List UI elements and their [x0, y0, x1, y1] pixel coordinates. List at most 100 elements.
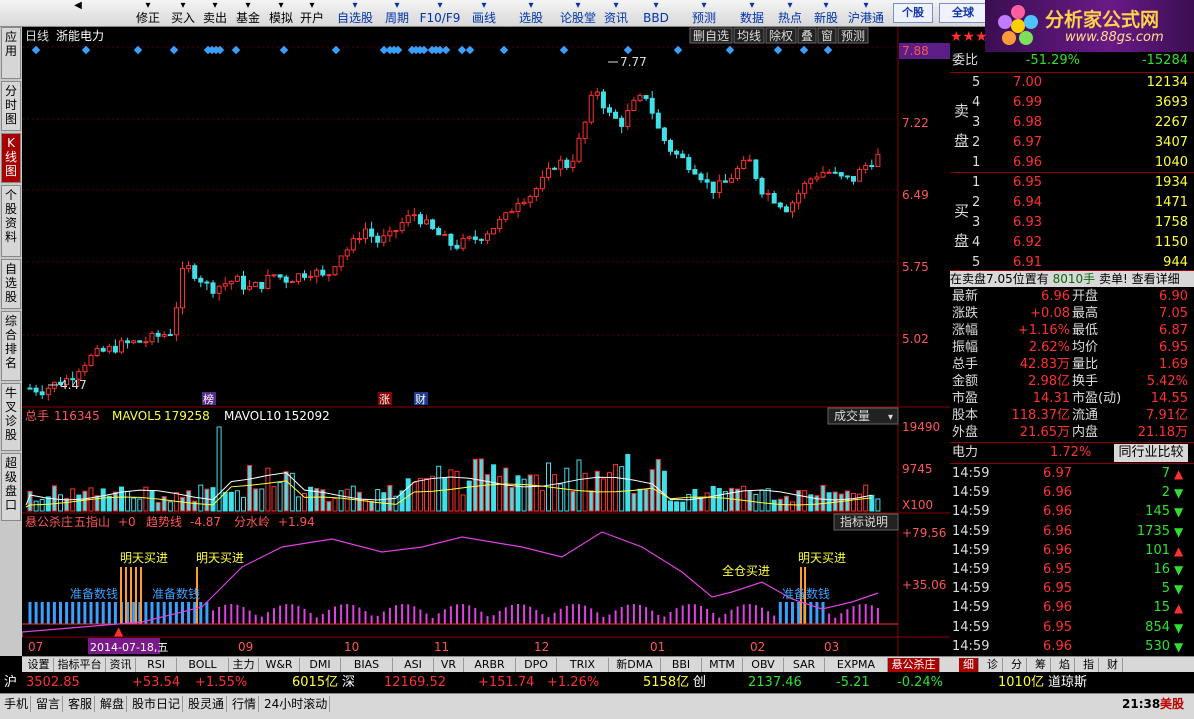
toolbar-item-18-button[interactable]: ▾ 新股	[808, 0, 844, 27]
toolbar-item-8-button[interactable]: ▾ 周期	[380, 0, 414, 27]
toolbar-buy-button[interactable]: ▾ 买入	[168, 0, 198, 27]
toolbar-item-13-button[interactable]: ▾ 资讯	[598, 0, 634, 27]
magenta-bar	[706, 608, 709, 624]
indicator-tab-8[interactable]: BIAS	[341, 658, 393, 672]
chart-top-button[interactable]: 均线	[737, 29, 761, 43]
toolbar-item-15-button[interactable]: ▾ 预测	[684, 0, 724, 27]
chart-top-button[interactable]: 窗	[821, 29, 833, 43]
chart-top-button[interactable]: 删自选	[693, 29, 729, 43]
toolbar-item-12-button[interactable]: ▾ 论股堂	[556, 0, 600, 27]
big-order-notice[interactable]: 在卖盘7.05位置有 8010手 卖单! 查看详细	[950, 271, 1194, 287]
right-tab-2[interactable]: 分	[1007, 658, 1027, 672]
indicator-tab-12[interactable]: DPO	[516, 658, 557, 672]
status-link-2[interactable]: 客服	[66, 696, 96, 712]
indicator-tab-0[interactable]: 设置	[24, 658, 54, 672]
toolbar-item-label: 资讯	[603, 11, 628, 25]
magenta-bar	[266, 612, 269, 624]
toolbar-back-button[interactable]: ◀	[58, 0, 98, 27]
status-link-3[interactable]: 解盘	[98, 696, 128, 712]
right-tab-5[interactable]: 指	[1079, 658, 1099, 672]
magenta-bar	[590, 608, 593, 624]
left-tab-2[interactable]: K线图	[1, 133, 21, 183]
sector-compare-button[interactable]: 同行业比较	[1114, 444, 1188, 462]
volume-bar	[259, 488, 265, 512]
toolbar-item-14-button[interactable]: ▾ BBD	[636, 0, 676, 27]
left-tab-7[interactable]: 超级盘口	[1, 453, 21, 521]
kline-chart-area[interactable]: 日线 浙能电力 删自选 均线 除权叠窗预测 7.88 7.22 6.49 5.75 5.02 7.7…	[21, 27, 950, 656]
sz-index: 12169.52	[384, 675, 447, 690]
indicator-tab-6[interactable]: W&R	[259, 658, 300, 672]
indicator-tab-11[interactable]: ARBR	[464, 658, 516, 672]
right-tab-1[interactable]: 诊	[983, 658, 1003, 672]
status-link-7[interactable]: 24小时滚动	[262, 696, 331, 712]
vol-dropdown[interactable]: 成交量	[834, 408, 870, 423]
left-tab-5[interactable]: 综合排名	[1, 311, 21, 381]
volume-bar	[33, 500, 39, 512]
toolbar-item-19-button[interactable]: ▾ 沪港通	[842, 0, 890, 27]
status-link-5[interactable]: 股灵通	[186, 696, 228, 712]
left-tab-1[interactable]: 分时图	[1, 81, 21, 131]
magenta-bar	[273, 608, 275, 624]
indicator-tab-10[interactable]: VR	[434, 658, 464, 672]
toolbar-item-9-button[interactable]: ▾ F10/F9	[418, 0, 462, 27]
indicator-tab-7[interactable]: DMI	[300, 658, 341, 672]
indicator-tab-16[interactable]: MTM	[702, 658, 743, 672]
indicator-tab-17[interactable]: OBV	[743, 658, 784, 672]
toolbar-fund-button[interactable]: ▾ 基金	[232, 0, 264, 27]
stock-button[interactable]: 个股	[893, 3, 933, 23]
indicator-tab-20[interactable]: 悬公杀庄	[888, 658, 940, 672]
status-link-1[interactable]: 留言	[34, 696, 64, 712]
indicator-tab-9[interactable]: ASI	[393, 658, 434, 672]
bid-price: 6.95	[1013, 175, 1042, 190]
chart-top-button[interactable]: 除权	[769, 28, 793, 43]
notice-link[interactable]: 查看详细	[1132, 272, 1180, 286]
volume-bar	[613, 464, 619, 512]
indicator-tab-19[interactable]: EXPMA	[825, 658, 888, 672]
left-tab-3[interactable]: 个股资料	[1, 185, 21, 257]
toolbar-item-16-button[interactable]: ▾ 数据	[734, 0, 770, 27]
indicator-tab-2[interactable]: 资讯	[106, 658, 136, 672]
global-button[interactable]: 全球	[939, 3, 987, 23]
toolbar-edit-button[interactable]: ▾ 修正	[131, 0, 165, 27]
volume-bar	[430, 475, 436, 512]
right-tab-0[interactable]: 细	[959, 658, 979, 672]
toolbar-item-17-button[interactable]: ▾ 热点	[772, 0, 808, 27]
left-tab-0[interactable]: 应用	[1, 27, 21, 79]
candle-body	[363, 228, 368, 240]
toolbar-item-11-button[interactable]: ▾ 选股	[511, 0, 551, 27]
toolbar-simulate-button[interactable]: ▾ 模拟	[266, 0, 296, 27]
right-tab-3[interactable]: 筹	[1031, 658, 1051, 672]
ind-label-3: 分水岭	[234, 515, 270, 529]
status-link-6[interactable]: 行情	[230, 696, 260, 712]
left-tab-6[interactable]: 牛叉诊股	[1, 383, 21, 451]
toolbar-item-10-button[interactable]: ▾ 画线	[466, 0, 502, 27]
toolbar-account-button[interactable]: ▾ 开户	[297, 0, 327, 27]
volume-bar	[674, 501, 680, 512]
chart-top-button[interactable]: 预测	[841, 29, 865, 43]
ind-explain-button[interactable]: 指标说明	[840, 514, 888, 529]
toolbar-item-7-button[interactable]: ▾ 自选股	[333, 0, 377, 27]
volume-bar	[619, 466, 625, 512]
indicator-tab-15[interactable]: BBI	[661, 658, 702, 672]
indicator-tab-4[interactable]: BOLL	[177, 658, 229, 672]
right-tab-4[interactable]: 焰	[1055, 658, 1075, 672]
indicator-tab-5[interactable]: 主力	[229, 658, 259, 672]
magenta-bar	[382, 611, 385, 624]
indicator-tab-14[interactable]: 新DMA	[609, 658, 661, 672]
status-link-4[interactable]: 股市日记	[130, 696, 184, 712]
indicator-tab-18[interactable]: SAR	[784, 658, 825, 672]
indicator-tab-13[interactable]: TRIX	[557, 658, 609, 672]
candle-body	[228, 280, 234, 285]
status-link-0[interactable]: 手机	[2, 696, 32, 712]
period-label: 日线	[25, 29, 49, 43]
chart-top-button[interactable]: 叠	[801, 29, 813, 43]
left-tab-4[interactable]: 自选股	[1, 259, 21, 309]
right-tab-6[interactable]: 财	[1103, 658, 1123, 672]
divider	[950, 172, 1194, 173]
sz-percent: +1.26%	[547, 675, 600, 690]
indicator-tab-3[interactable]: RSI	[136, 658, 177, 672]
toolbar-sell-button[interactable]: ▾ 卖出	[200, 0, 230, 27]
magenta-bar	[620, 606, 623, 624]
orange-signal-bar	[135, 567, 137, 624]
indicator-tab-1[interactable]: 指标平台	[54, 658, 106, 672]
